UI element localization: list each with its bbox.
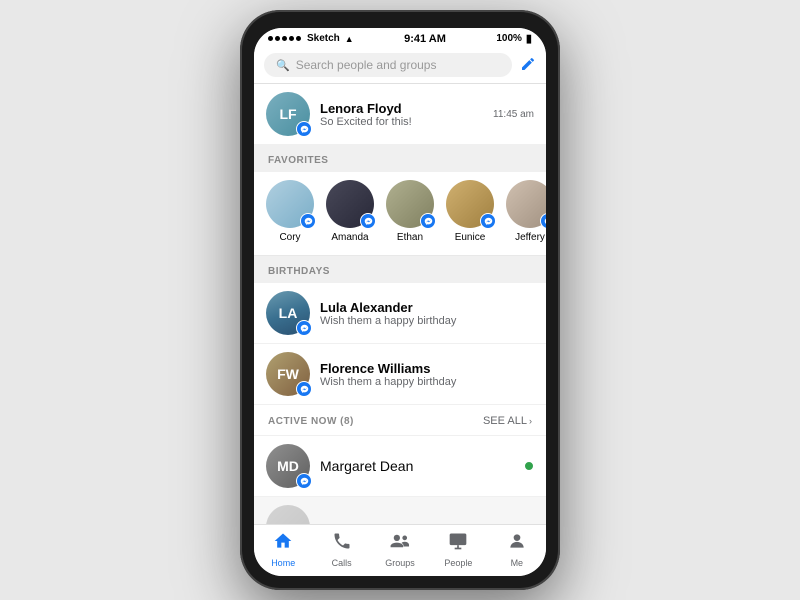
favorites-label: FAVORITES xyxy=(254,145,546,172)
active-now-header: ACTIVE NOW (8) SEE ALL › xyxy=(254,405,546,436)
tab-calls[interactable]: Calls xyxy=(312,531,370,568)
chevron-right-icon: › xyxy=(529,416,532,426)
signal-dot-1 xyxy=(268,36,273,41)
message-item-lenora[interactable]: LF Lenora Floyd So Excited for this! 11:… xyxy=(254,84,546,145)
calls-icon xyxy=(332,531,352,556)
tab-bar: Home Calls Groups People xyxy=(254,524,546,576)
search-placeholder: Search people and groups xyxy=(296,58,437,72)
status-time: 9:41 AM xyxy=(404,33,446,45)
signal-dot-5 xyxy=(296,36,301,41)
status-right: 100% ▮ xyxy=(496,32,532,45)
phone-screen: Sketch ▲ 9:41 AM 100% ▮ 🔍 Search people … xyxy=(254,28,546,576)
message-preview-lenora: So Excited for this! xyxy=(320,116,483,128)
online-indicator-margaret xyxy=(524,461,534,471)
messenger-badge-lula xyxy=(296,320,312,336)
birthday-name-lula: Lula Alexander xyxy=(320,300,534,315)
birthday-content-lula: Lula Alexander Wish them a happy birthda… xyxy=(320,300,534,327)
tab-home[interactable]: Home xyxy=(254,531,312,568)
messenger-badge-ethan xyxy=(420,213,436,229)
scroll-content[interactable]: LF Lenora Floyd So Excited for this! 11:… xyxy=(254,84,546,524)
search-bar-container: 🔍 Search people and groups xyxy=(254,47,546,84)
tab-home-label: Home xyxy=(271,558,295,568)
avatar-wrap-lenora: LF xyxy=(266,92,310,136)
active-item-margaret[interactable]: MD Margaret Dean xyxy=(254,436,546,497)
avatar-wrap-partial xyxy=(266,505,310,524)
search-icon: 🔍 xyxy=(276,59,290,72)
messenger-badge-eunice xyxy=(480,213,496,229)
people-icon xyxy=(448,531,468,556)
battery-icon: ▮ xyxy=(526,32,532,45)
tab-people[interactable]: People xyxy=(429,531,487,568)
tab-people-label: People xyxy=(444,558,472,568)
avatar-jeffery xyxy=(506,180,546,228)
birthday-item-florence[interactable]: FW Florence Williams Wish them a happy b… xyxy=(254,344,546,405)
see-all-button[interactable]: SEE ALL › xyxy=(483,415,532,427)
tab-me-label: Me xyxy=(511,558,524,568)
compose-icon[interactable] xyxy=(520,56,536,75)
birthday-sub-florence: Wish them a happy birthday xyxy=(320,376,534,388)
battery-percent: 100% xyxy=(496,33,522,44)
favorite-name-jeffery: Jeffery xyxy=(515,232,545,243)
phone-wrapper: Sketch ▲ 9:41 AM 100% ▮ 🔍 Search people … xyxy=(240,10,560,590)
status-bar: Sketch ▲ 9:41 AM 100% ▮ xyxy=(254,28,546,47)
messenger-badge-lenora xyxy=(296,121,312,137)
active-item-partial xyxy=(254,497,546,524)
signal-dot-2 xyxy=(275,36,280,41)
signal-dot-4 xyxy=(289,36,294,41)
signal-dots xyxy=(268,36,301,41)
birthday-name-florence: Florence Williams xyxy=(320,361,534,376)
tab-me[interactable]: Me xyxy=(488,531,546,568)
active-now-label: ACTIVE NOW (8) xyxy=(268,416,354,427)
tab-groups[interactable]: Groups xyxy=(371,531,429,568)
avatar-wrap-lula: LA xyxy=(266,291,310,335)
favorite-name-amanda: Amanda xyxy=(331,232,368,243)
avatar-wrap-margaret: MD xyxy=(266,444,310,488)
favorite-name-cory: Cory xyxy=(279,232,300,243)
signal-dot-3 xyxy=(282,36,287,41)
avatar-partial xyxy=(266,505,310,524)
active-name-margaret: Margaret Dean xyxy=(320,458,514,474)
messenger-badge-cory xyxy=(300,213,316,229)
messenger-badge-amanda xyxy=(360,213,376,229)
favorites-row: Cory Amanda Etha xyxy=(254,172,546,256)
avatar-cory xyxy=(266,180,314,228)
tab-calls-label: Calls xyxy=(332,558,352,568)
home-icon xyxy=(273,531,293,556)
groups-icon xyxy=(389,531,411,556)
avatar-wrap-florence: FW xyxy=(266,352,310,396)
favorite-name-eunice: Eunice xyxy=(455,232,486,243)
status-left: Sketch ▲ xyxy=(268,33,354,44)
favorite-eunice[interactable]: Eunice xyxy=(446,180,494,243)
search-bar[interactable]: 🔍 Search people and groups xyxy=(264,53,512,77)
favorite-ethan[interactable]: Ethan xyxy=(386,180,434,243)
birthday-sub-lula: Wish them a happy birthday xyxy=(320,315,534,327)
favorite-amanda[interactable]: Amanda xyxy=(326,180,374,243)
birthday-item-lula[interactable]: LA Lula Alexander Wish them a happy birt… xyxy=(254,283,546,344)
message-time-lenora: 11:45 am xyxy=(493,109,534,120)
birthday-content-florence: Florence Williams Wish them a happy birt… xyxy=(320,361,534,388)
tab-groups-label: Groups xyxy=(385,558,415,568)
avatar-eunice xyxy=(446,180,494,228)
messenger-badge-jeffery xyxy=(540,213,546,229)
message-content-lenora: Lenora Floyd So Excited for this! xyxy=(320,101,483,128)
favorite-cory[interactable]: Cory xyxy=(266,180,314,243)
messenger-badge-florence xyxy=(296,381,312,397)
favorite-jeffery[interactable]: Jeffery xyxy=(506,180,546,243)
avatar-amanda xyxy=(326,180,374,228)
messenger-badge-margaret xyxy=(296,473,312,489)
birthdays-label: BIRTHDAYS xyxy=(254,256,546,283)
me-icon xyxy=(507,531,527,556)
wifi-icon: ▲ xyxy=(345,34,354,44)
avatar-ethan xyxy=(386,180,434,228)
carrier-name: Sketch xyxy=(307,33,340,44)
favorite-name-ethan: Ethan xyxy=(397,232,423,243)
message-name-lenora: Lenora Floyd xyxy=(320,101,483,116)
